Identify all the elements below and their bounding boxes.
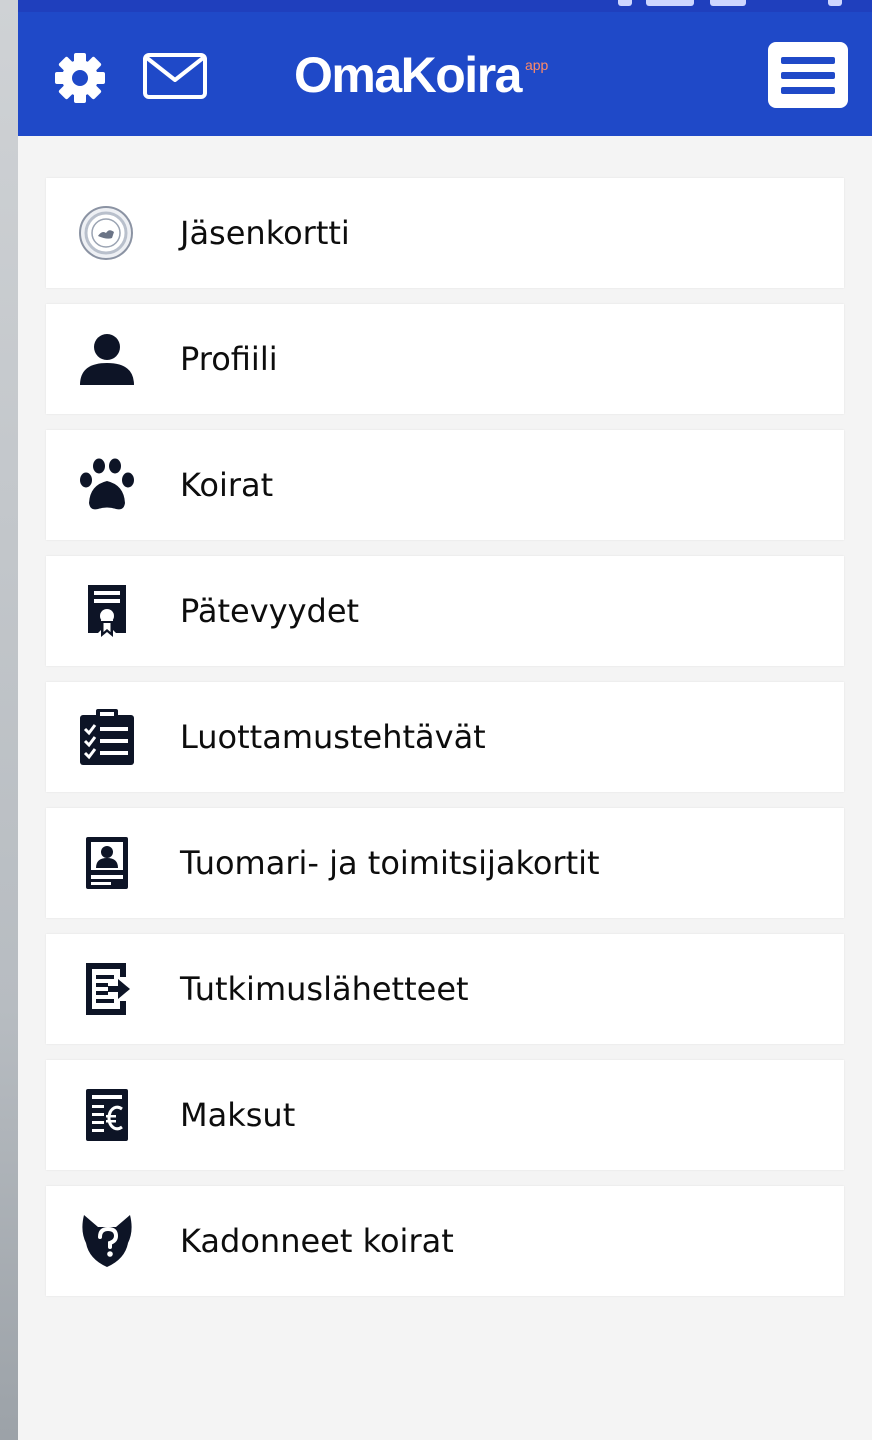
- mail-icon[interactable]: [142, 52, 208, 100]
- menu-item-tutkimuslahetteet[interactable]: Tutkimuslähetteet: [46, 934, 844, 1044]
- app-header: OmaKoira app: [18, 12, 872, 136]
- status-icon: [710, 0, 746, 6]
- menu-item-profiili[interactable]: Profiili: [46, 304, 844, 414]
- hamburger-bar: [781, 72, 835, 79]
- menu-item-label: Koirat: [180, 466, 274, 504]
- status-icon: [618, 0, 632, 6]
- menu-item-maksut[interactable]: Maksut: [46, 1060, 844, 1170]
- menu-item-label: Jäsenkortti: [180, 214, 350, 252]
- menu-item-label: Maksut: [180, 1096, 296, 1134]
- left-edge-shadow: [0, 0, 18, 1440]
- brand-name: OmaKoira: [294, 47, 522, 103]
- paw-icon: [76, 457, 138, 513]
- document-export-icon: [76, 961, 138, 1017]
- menu-item-label: Pätevyydet: [180, 592, 360, 630]
- hamburger-bar: [781, 87, 835, 94]
- hamburger-menu-icon: [781, 57, 835, 64]
- menu-item-luottamustehtavat[interactable]: Luottamustehtävät: [46, 682, 844, 792]
- gear-icon[interactable]: [52, 50, 108, 106]
- menu-item-tuomari-ja-toimitsijakortit[interactable]: Tuomari- ja toimitsijakortit: [46, 808, 844, 918]
- menu-item-label: Tuomari- ja toimitsijakortit: [180, 844, 600, 882]
- id-card-icon: [76, 835, 138, 891]
- clipboard-checklist-icon: [76, 709, 138, 765]
- menu-item-label: Tutkimuslähetteet: [180, 970, 469, 1008]
- menu-item-label: Kadonneet koirat: [180, 1222, 454, 1260]
- app-logo: OmaKoira app: [294, 48, 548, 108]
- invoice-euro-icon: [76, 1087, 138, 1143]
- menu-item-label: Luottamustehtävät: [180, 718, 486, 756]
- menu-item-patevyydet[interactable]: Pätevyydet: [46, 556, 844, 666]
- user-icon: [76, 331, 138, 387]
- membership-badge-icon: [76, 205, 138, 261]
- status-bar: [18, 0, 872, 12]
- brand-superscript: app: [524, 57, 549, 73]
- menu-item-label: Profiili: [180, 340, 278, 378]
- hamburger-menu-button[interactable]: [768, 42, 848, 108]
- main-menu-list: Jäsenkortti Profiili Koirat Pätevyydet L…: [46, 178, 844, 1312]
- menu-item-jasenkortti[interactable]: Jäsenkortti: [46, 178, 844, 288]
- menu-item-koirat[interactable]: Koirat: [46, 430, 844, 540]
- status-icon: [828, 0, 842, 6]
- certificate-icon: [76, 583, 138, 639]
- status-icon: [646, 0, 694, 6]
- dog-question-icon: [76, 1213, 138, 1269]
- menu-item-kadonneet-koirat[interactable]: Kadonneet koirat: [46, 1186, 844, 1296]
- app-screen: OmaKoira app Jäsenkortti Profiili Koirat…: [18, 12, 872, 1440]
